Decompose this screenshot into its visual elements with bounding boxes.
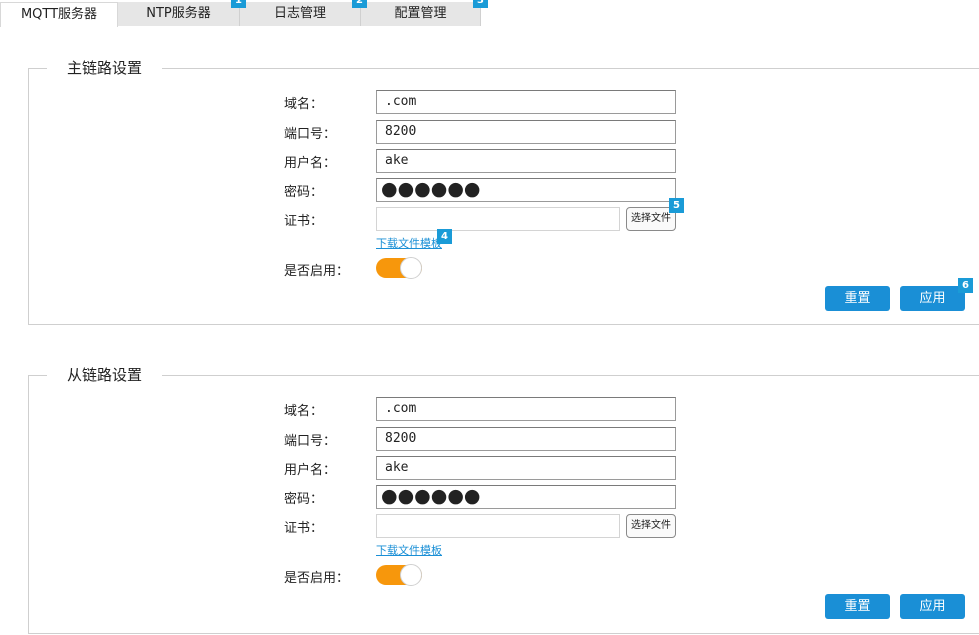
enable-label: 是否启用：: [284, 264, 350, 279]
download-template-badge: 4: [437, 229, 452, 244]
secondary-enable-row: 是否启用：: [284, 564, 684, 588]
domain-label: 域名：: [284, 404, 324, 419]
secondary-download-row: 下载文件模板: [284, 542, 684, 558]
secondary-choose-file-button[interactable]: 选择文件: [626, 514, 676, 538]
primary-link-title: 主链路设置: [47, 58, 163, 78]
secondary-domain-row: 域名： .com: [284, 397, 684, 421]
toggle-knob: [400, 564, 422, 586]
primary-enable-toggle[interactable]: [376, 257, 422, 279]
tab-log-badge: 2: [352, 0, 367, 8]
primary-reset-button[interactable]: 重置: [825, 286, 890, 311]
username-label: 用户名：: [284, 463, 337, 478]
enable-label: 是否启用：: [284, 571, 350, 586]
primary-enable-row: 是否启用：: [284, 257, 684, 281]
secondary-user-row: 用户名： ake: [284, 456, 684, 480]
primary-link-panel: 主链路设置 域名： .com 端口号： 8200 用户名： ake 密码： ●●…: [28, 58, 979, 325]
primary-port-row: 端口号： 8200: [284, 120, 684, 144]
tab-mqtt-server[interactable]: MQTT服务器: [0, 2, 118, 27]
password-label: 密码：: [284, 492, 324, 507]
secondary-username-input[interactable]: ake: [376, 456, 676, 480]
secondary-reset-button[interactable]: 重置: [825, 594, 890, 619]
primary-user-row: 用户名： ake: [284, 149, 684, 173]
secondary-link-panel: 从链路设置 域名： .com 端口号： 8200 用户名： ake 密码： ●●…: [28, 365, 979, 634]
tab-mqtt-server-label: MQTT服务器: [20, 7, 98, 22]
primary-download-row: 下载文件模板: [284, 235, 684, 251]
tab-config-management[interactable]: 配置管理: [361, 2, 481, 26]
tab-log-management[interactable]: 日志管理: [240, 2, 361, 26]
cert-label: 证书：: [284, 521, 324, 536]
primary-domain-row: 域名： .com: [284, 90, 684, 114]
primary-password-input[interactable]: ●●●●●●: [376, 178, 676, 202]
port-label: 端口号：: [284, 127, 337, 142]
tab-ntp-server-label: NTP服务器: [146, 6, 211, 21]
tab-bar: MQTT服务器 NTP服务器 1 日志管理 2 配置管理 3: [0, 0, 979, 27]
tab-config-badge: 3: [473, 0, 488, 8]
secondary-password-input[interactable]: ●●●●●●: [376, 485, 676, 509]
secondary-enable-toggle[interactable]: [376, 564, 422, 586]
secondary-port-input[interactable]: 8200: [376, 427, 676, 451]
primary-download-template-link[interactable]: 下载文件模板: [376, 235, 442, 251]
port-label: 端口号：: [284, 434, 337, 449]
primary-cert-row: 证书： 选择文件: [284, 207, 684, 231]
secondary-link-title: 从链路设置: [47, 365, 163, 385]
toggle-knob: [400, 257, 422, 279]
tab-log-management-label: 日志管理: [273, 6, 326, 21]
secondary-download-template-link[interactable]: 下载文件模板: [376, 542, 442, 558]
secondary-cert-row: 证书： 选择文件: [284, 514, 684, 538]
secondary-port-row: 端口号： 8200: [284, 427, 684, 451]
tab-config-management-label: 配置管理: [394, 6, 447, 21]
password-label: 密码：: [284, 185, 324, 200]
primary-apply-button[interactable]: 应用: [900, 286, 965, 311]
username-label: 用户名：: [284, 156, 337, 171]
apply-badge: 6: [958, 278, 973, 293]
primary-username-input[interactable]: ake: [376, 149, 676, 173]
cert-label: 证书：: [284, 214, 324, 229]
choose-file-badge: 5: [669, 198, 684, 213]
secondary-apply-button[interactable]: 应用: [900, 594, 965, 619]
primary-password-row: 密码： ●●●●●●: [284, 178, 684, 202]
secondary-password-row: 密码： ●●●●●●: [284, 485, 684, 509]
primary-cert-file-field[interactable]: [376, 207, 620, 231]
tab-ntp-badge: 1: [231, 0, 246, 8]
domain-label: 域名：: [284, 97, 324, 112]
primary-port-input[interactable]: 8200: [376, 120, 676, 144]
secondary-cert-file-field[interactable]: [376, 514, 620, 538]
primary-domain-input[interactable]: .com: [376, 90, 676, 114]
tab-ntp-server[interactable]: NTP服务器: [118, 2, 240, 26]
secondary-domain-input[interactable]: .com: [376, 397, 676, 421]
